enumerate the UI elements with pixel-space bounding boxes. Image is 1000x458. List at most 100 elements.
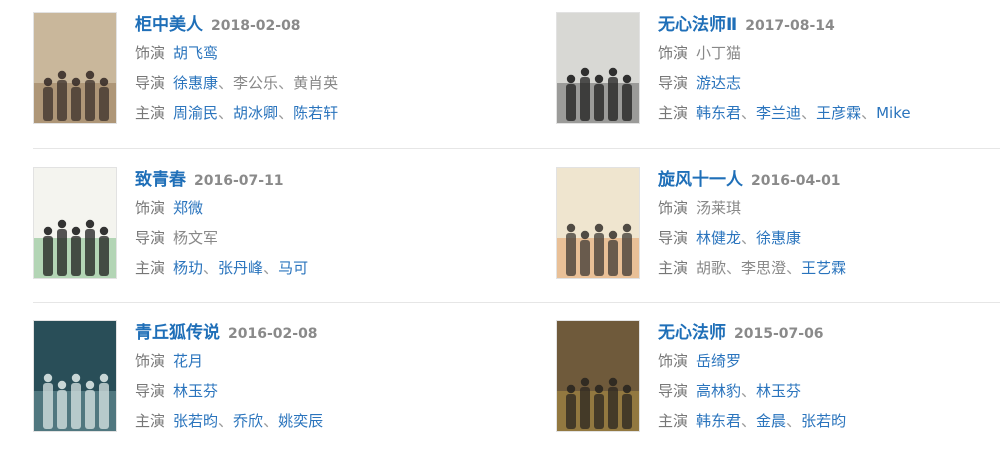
role-line-label: 饰演 [658, 199, 689, 217]
person-link[interactable]: 张若昀 [801, 412, 846, 430]
name-separator: 、 [263, 412, 279, 430]
show-heading: 无心法师Ⅱ 2017-08-14 [658, 12, 998, 38]
role-link[interactable]: 岳绮罗 [696, 352, 741, 370]
show-title-link[interactable]: 无心法师 [658, 323, 726, 343]
poster-image [557, 13, 639, 123]
name-separator: 、 [726, 259, 742, 277]
director-line: 导演 林玉芬 [135, 376, 475, 406]
show-title-link[interactable]: 旋风十一人 [658, 170, 743, 190]
role-line: 饰演 汤莱琪 [658, 193, 998, 223]
person-link[interactable]: 陈若轩 [293, 104, 338, 122]
role-line: 饰演 小丁猫 [658, 38, 998, 68]
cast-line: 主演 张若昀、乔欣、姚奕辰 [135, 406, 475, 436]
show-title-link[interactable]: 致青春 [135, 170, 186, 190]
cast-line: 主演 韩东君、李兰迪、王彦霖、Mike [658, 98, 998, 128]
person-link[interactable]: 张丹峰 [218, 259, 263, 277]
show-title-link[interactable]: 柜中美人 [135, 15, 203, 35]
person-link[interactable]: 游达志 [696, 74, 741, 92]
role-line: 饰演 胡飞鸾 [135, 38, 475, 68]
show-info: 致青春 2016-07-11 饰演 郑微 导演 杨文军 主演 杨玏、张丹峰、马可 [135, 167, 475, 283]
poster-thumbnail[interactable] [556, 167, 640, 279]
cast-line-label: 主演 [658, 259, 689, 277]
person-link[interactable]: 徐惠康 [756, 229, 801, 247]
show-card: 无心法师 2015-07-06 饰演 岳绮罗 导演 高林豹、林玉芬 主演 韩东君、金晨、张若昀 [556, 320, 996, 446]
director-line-label: 导演 [658, 229, 689, 247]
name-separator: 、 [278, 74, 294, 92]
show-heading: 致青春 2016-07-11 [135, 167, 475, 193]
show-title-link[interactable]: 无心法师Ⅱ [658, 15, 737, 35]
role-line: 饰演 花月 [135, 346, 475, 376]
role-link[interactable]: 胡飞鸾 [173, 44, 218, 62]
poster-thumbnail[interactable] [33, 167, 117, 279]
director-line: 导演 游达志 [658, 68, 998, 98]
release-date: 2016-02-08 [228, 326, 318, 342]
poster-thumbnail[interactable] [556, 320, 640, 432]
person-link[interactable]: 马可 [278, 259, 308, 277]
person-link[interactable]: 王艺霖 [801, 259, 846, 277]
show-info: 旋风十一人 2016-04-01 饰演 汤莱琪 导演 林健龙、徐惠康 主演 胡歌、李思澄、王艺… [658, 167, 998, 283]
name-separator: 、 [801, 104, 817, 122]
person-name: 李公乐 [233, 74, 279, 92]
role-link[interactable]: 花月 [173, 352, 203, 370]
person-link[interactable]: 姚奕辰 [278, 412, 323, 430]
name-separator: 、 [786, 259, 802, 277]
show-info: 无心法师Ⅱ 2017-08-14 饰演 小丁猫 导演 游达志 主演 韩东君、李兰迪、王彦霖、M… [658, 12, 998, 128]
person-link[interactable]: 金晨 [756, 412, 786, 430]
show-card: 青丘狐传说 2016-02-08 饰演 花月 导演 林玉芬 主演 张若昀、乔欣、姚奕辰 [33, 320, 473, 446]
poster-thumbnail[interactable] [556, 12, 640, 124]
person-link[interactable]: 韩东君 [696, 412, 741, 430]
person-link[interactable]: 王彦霖 [816, 104, 861, 122]
show-card: 致青春 2016-07-11 饰演 郑微 导演 杨文军 主演 杨玏、张丹峰、马可 [33, 167, 473, 293]
person-link[interactable]: 李兰迪 [756, 104, 801, 122]
person-link[interactable]: 徐惠康 [173, 74, 218, 92]
name-separator: 、 [263, 259, 279, 277]
role-link[interactable]: 郑微 [173, 199, 203, 217]
person-link[interactable]: 韩东君 [696, 104, 741, 122]
person-name: 黄肖英 [293, 74, 339, 92]
person-link[interactable]: 林玉芬 [756, 382, 801, 400]
role-line-label: 饰演 [658, 352, 689, 370]
role-line-label: 饰演 [135, 44, 166, 62]
name-separator: 、 [741, 229, 757, 247]
role-line-label: 饰演 [135, 352, 166, 370]
release-date: 2015-07-06 [734, 326, 824, 342]
person-link[interactable]: 乔欣 [233, 412, 263, 430]
person-link[interactable]: 林玉芬 [173, 382, 218, 400]
director-line-label: 导演 [135, 382, 166, 400]
person-name: 杨文军 [173, 229, 219, 247]
person-link[interactable]: 胡冰卿 [233, 104, 278, 122]
show-title-link[interactable]: 青丘狐传说 [135, 323, 220, 343]
cast-line: 主演 周渝民、胡冰卿、陈若轩 [135, 98, 475, 128]
poster-image [557, 168, 639, 278]
poster-thumbnail[interactable] [33, 12, 117, 124]
director-line: 导演 杨文军 [135, 223, 475, 253]
cast-line: 主演 杨玏、张丹峰、马可 [135, 253, 475, 283]
show-info: 青丘狐传说 2016-02-08 饰演 花月 导演 林玉芬 主演 张若昀、乔欣、姚奕辰 [135, 320, 475, 436]
director-line: 导演 高林豹、林玉芬 [658, 376, 998, 406]
cast-line-label: 主演 [135, 259, 166, 277]
poster-thumbnail[interactable] [33, 320, 117, 432]
director-line: 导演 徐惠康、李公乐、黄肖英 [135, 68, 475, 98]
person-link[interactable]: Mike [876, 104, 911, 122]
show-card: 旋风十一人 2016-04-01 饰演 汤莱琪 导演 林健龙、徐惠康 主演 胡歌、李思澄、王艺… [556, 167, 996, 293]
person-link[interactable]: 张若昀 [173, 412, 218, 430]
person-link[interactable]: 周渝民 [173, 104, 218, 122]
role-line: 饰演 郑微 [135, 193, 475, 223]
cast-line-label: 主演 [135, 412, 166, 430]
role-line-label: 饰演 [658, 44, 689, 62]
cast-line-label: 主演 [658, 104, 689, 122]
director-line-label: 导演 [658, 382, 689, 400]
name-separator: 、 [741, 412, 757, 430]
release-date: 2016-04-01 [751, 173, 841, 189]
role-line-label: 饰演 [135, 199, 166, 217]
person-link[interactable]: 林健龙 [696, 229, 741, 247]
release-date: 2016-07-11 [194, 173, 284, 189]
person-link[interactable]: 高林豹 [696, 382, 741, 400]
show-heading: 无心法师 2015-07-06 [658, 320, 998, 346]
person-link[interactable]: 杨玏 [173, 259, 203, 277]
release-date: 2017-08-14 [745, 18, 835, 34]
person-name: 李思澄 [741, 259, 787, 277]
filmography-row: 致青春 2016-07-11 饰演 郑微 导演 杨文军 主演 杨玏、张丹峰、马可 旋风十一人 2… [0, 155, 1000, 305]
name-separator: 、 [786, 412, 802, 430]
show-heading: 青丘狐传说 2016-02-08 [135, 320, 475, 346]
